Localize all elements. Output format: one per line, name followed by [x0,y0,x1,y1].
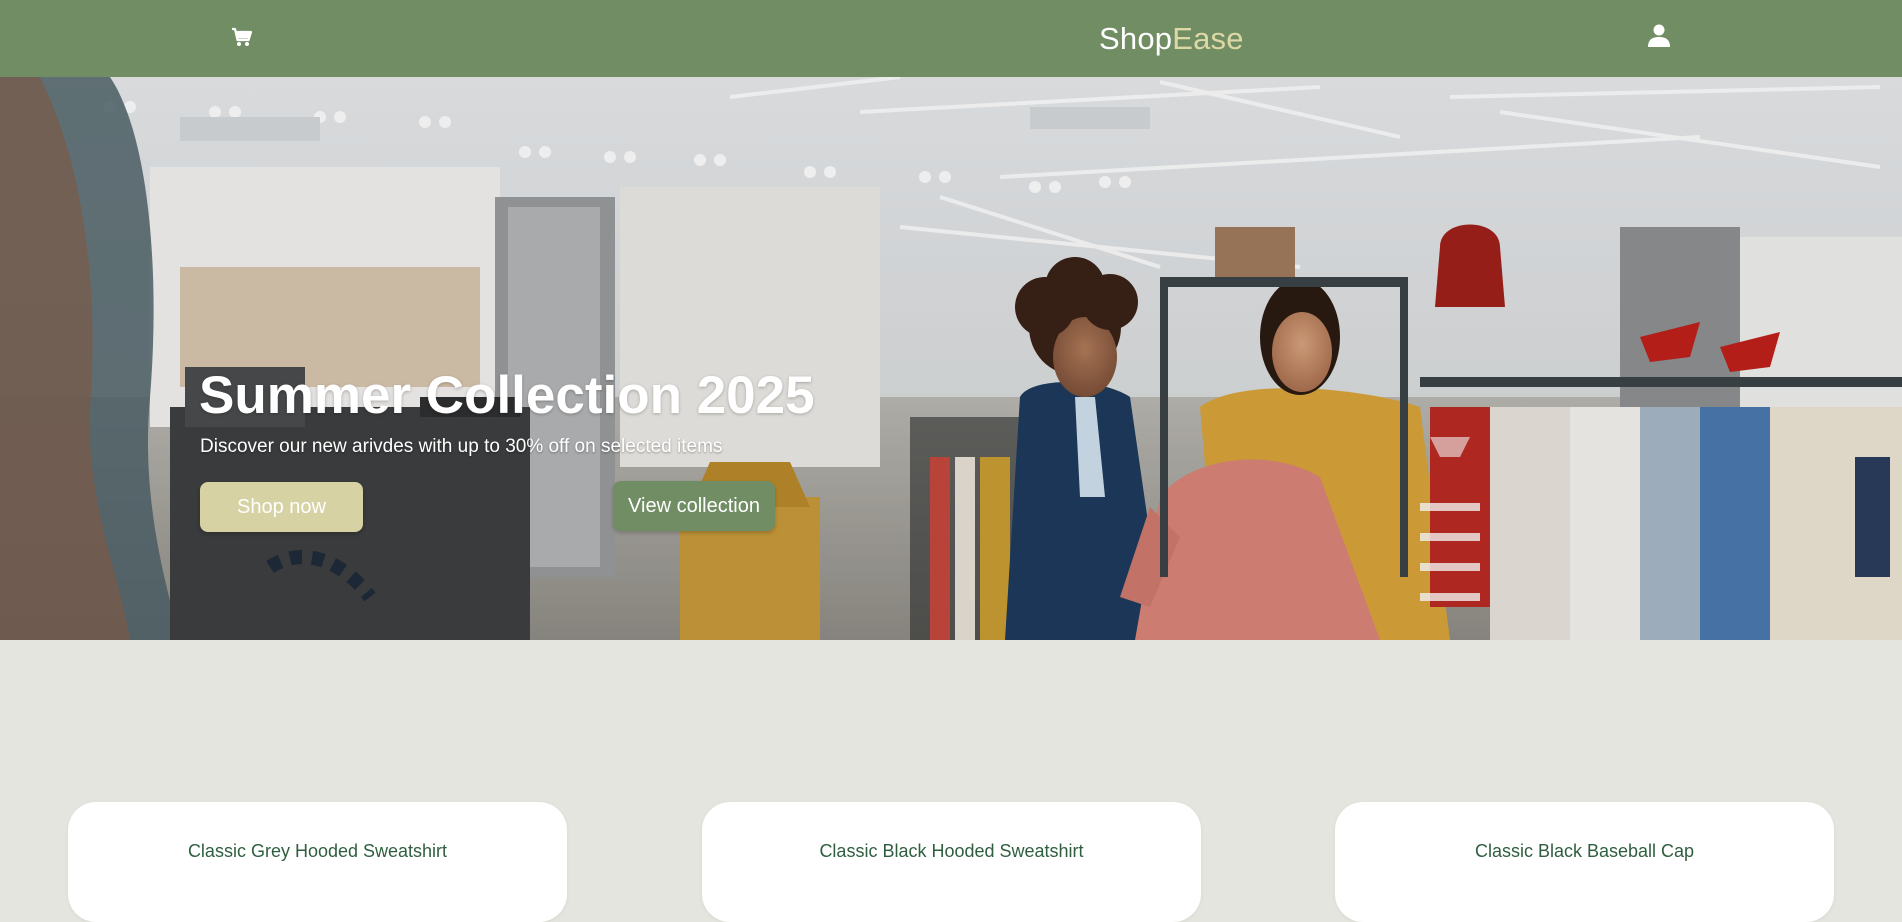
product-name[interactable]: Classic Grey Hooded Sweatshirt [68,840,567,862]
hero-store-image [0,77,1902,640]
account-button[interactable] [1645,20,1673,50]
hero-banner: Summer Collection 2025 Discover our new … [0,77,1902,640]
logo-accent: Ease [1172,21,1244,56]
product-card[interactable]: Classic Black Hooded Sweatshirt [702,802,1201,922]
logo-primary: Shop [1099,21,1173,56]
shop-now-button[interactable]: Shop now [200,482,363,532]
view-collection-button[interactable]: View collection [613,481,775,531]
site-logo[interactable]: ShopEase [1099,20,1244,58]
site-header: ShopEase [0,0,1902,77]
product-name[interactable]: Classic Black Hooded Sweatshirt [702,840,1201,862]
product-card[interactable]: Classic Grey Hooded Sweatshirt [68,802,567,922]
product-name[interactable]: Classic Black Baseball Cap [1335,840,1834,862]
hero-subtitle: Discover our new arivdes with up to 30% … [200,436,723,457]
cart-icon [232,27,253,46]
hero-title: Summer Collection 2025 [199,366,815,425]
product-card[interactable]: Classic Black Baseball Cap [1335,802,1834,922]
user-icon [1648,24,1670,47]
cart-button[interactable] [226,22,258,52]
